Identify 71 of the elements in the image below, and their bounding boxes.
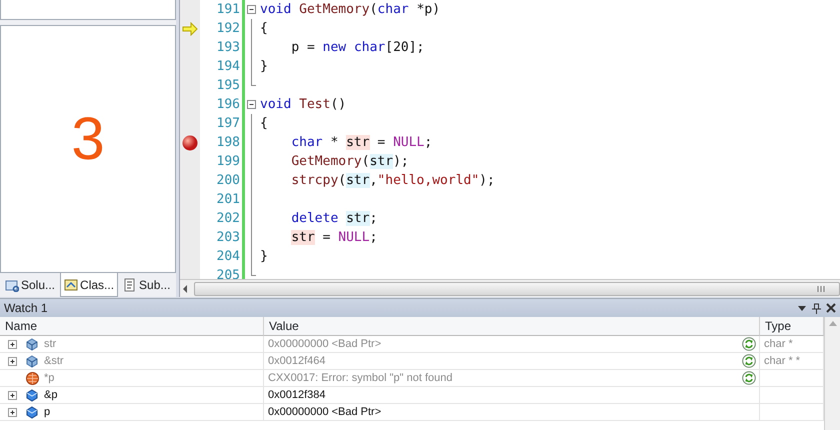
dropdown-icon[interactable] — [798, 306, 806, 310]
line-number: 194 — [216, 58, 241, 76]
column-header[interactable]: Type — [760, 317, 824, 336]
watch-name: &p — [44, 388, 58, 403]
code-line: strcpy(str,"hello,world"); — [290, 172, 495, 190]
watch-type: char * — [764, 336, 793, 352]
code-line: void GetMemory(char *p) — [260, 0, 440, 19]
line-number: 192 — [216, 20, 241, 38]
panel-tab[interactable]: Solu... — [1, 273, 60, 297]
line-number: 205 — [216, 266, 241, 279]
scrollbar-thumb[interactable] — [194, 282, 840, 296]
code-line: { — [260, 20, 268, 38]
code-line: void Test() — [260, 96, 346, 114]
code-line: p = new char[20]; — [290, 38, 424, 57]
line-number: 203 — [216, 228, 241, 247]
line-number: 202 — [216, 210, 241, 228]
code-line: } — [260, 248, 268, 266]
collapse-icon[interactable] — [247, 100, 256, 109]
code-line: } — [260, 58, 268, 76]
code-line: { — [260, 114, 268, 133]
line-number: 199 — [216, 152, 241, 171]
panel-tab[interactable]: Clas... — [60, 273, 118, 297]
expand-icon[interactable] — [8, 356, 17, 366]
line-number: 191 — [216, 0, 241, 19]
breakpoint-icon[interactable] — [182, 134, 198, 150]
watch-name: &str — [44, 354, 64, 369]
line-number: 201 — [216, 190, 241, 209]
line-number: 198 — [216, 134, 241, 152]
pin-icon[interactable] — [812, 302, 820, 314]
line-number: 195 — [216, 76, 241, 95]
watch-value: 0x00000000 <Bad Ptr> — [268, 336, 382, 352]
panel-title: Watch 1 — [4, 300, 49, 317]
code-line: delete str; — [290, 210, 378, 228]
panel-tab[interactable]: Sub... — [119, 273, 174, 297]
watch-name: str — [44, 336, 56, 352]
refresh-icon[interactable] — [742, 371, 756, 385]
column-header[interactable]: Name — [0, 317, 264, 336]
vertical-scrollbar[interactable] — [824, 317, 840, 430]
line-number: 204 — [216, 248, 241, 266]
document-icon — [123, 278, 138, 292]
refresh-icon[interactable] — [742, 354, 756, 368]
watch-name: p — [44, 404, 50, 420]
field-icon — [26, 354, 39, 368]
scroll-left-icon[interactable] — [182, 284, 188, 292]
watch-type: char * * — [764, 354, 800, 369]
class-icon — [64, 278, 78, 292]
line-number: 193 — [216, 38, 241, 57]
expand-icon[interactable] — [8, 340, 17, 348]
watch-value: CXX0017: Error: symbol "p" not found — [268, 370, 453, 386]
cube-icon — [26, 388, 39, 402]
code-line: str = NULL; — [290, 228, 378, 247]
close-icon[interactable] — [826, 303, 836, 313]
expand-icon[interactable] — [8, 408, 17, 416]
field-icon — [26, 338, 39, 350]
line-number: 197 — [216, 114, 241, 133]
line-number: 196 — [216, 96, 241, 114]
line-number: 200 — [216, 172, 241, 190]
watch-name: *p — [44, 370, 54, 386]
watch-value: 0x0012f384 — [268, 388, 326, 403]
window-icon — [5, 278, 19, 292]
cube-icon — [26, 406, 39, 418]
watch-value: 0x00000000 <Bad Ptr> — [268, 404, 382, 420]
error-icon — [26, 372, 39, 384]
watch-value: 0x0012f464 — [268, 354, 326, 369]
column-header[interactable]: Value — [264, 317, 760, 336]
refresh-icon[interactable] — [742, 337, 756, 351]
expand-icon[interactable] — [8, 390, 17, 400]
panel-number: 3 — [71, 109, 105, 169]
code-line: GetMemory(str); — [290, 152, 409, 171]
code-line: char * str = NULL; — [290, 134, 432, 152]
collapse-icon[interactable] — [247, 5, 256, 14]
